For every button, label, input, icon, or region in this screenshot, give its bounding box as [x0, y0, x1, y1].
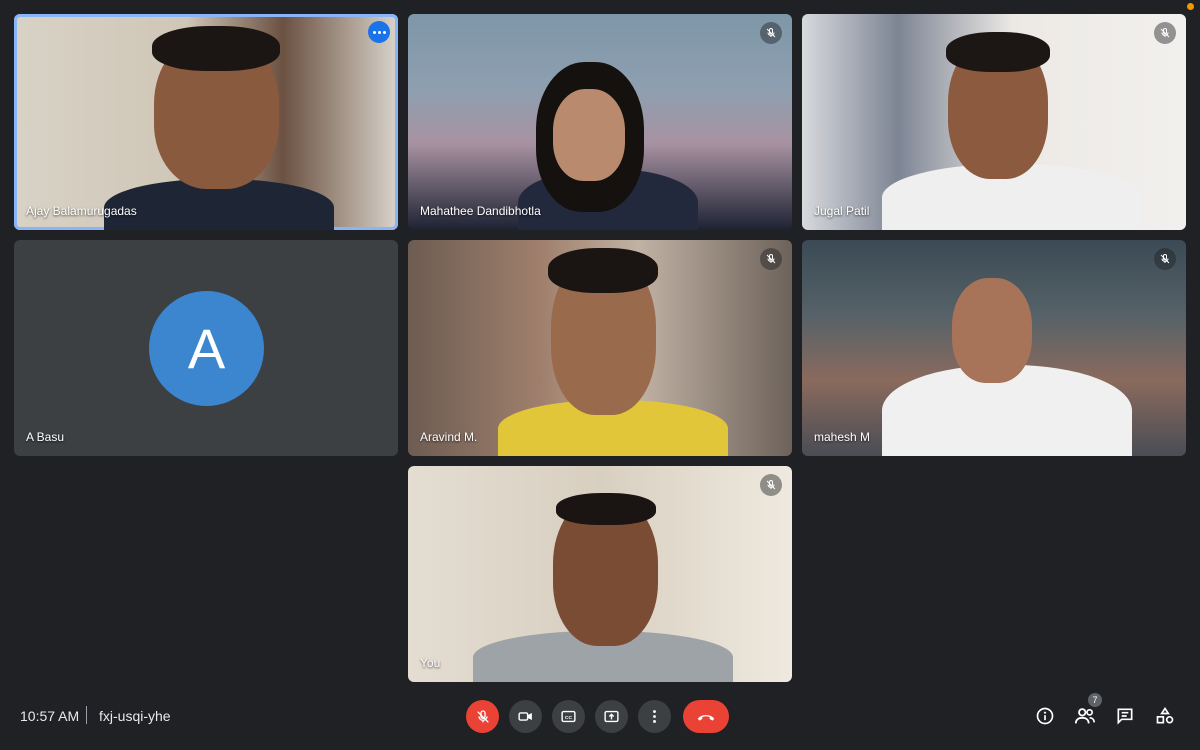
avatar: A [149, 291, 264, 406]
participant-name: Mahathee Dandibhotla [420, 204, 541, 218]
mic-off-icon [476, 709, 489, 723]
more-options-button[interactable] [638, 700, 671, 733]
more-options-icon[interactable] [368, 21, 390, 43]
participant-tile-mahesh[interactable]: mahesh M [802, 240, 1186, 456]
participant-name: You [420, 656, 441, 670]
divider [86, 706, 87, 724]
participant-name: mahesh M [814, 430, 871, 444]
mic-off-icon [760, 22, 782, 44]
meeting-time: 10:57 AM [20, 708, 80, 724]
end-call-icon [697, 714, 715, 721]
mic-toggle-button[interactable] [466, 700, 499, 733]
meeting-details-button[interactable] [1032, 703, 1058, 729]
closed-captions-icon: CC [561, 710, 576, 723]
captions-button[interactable]: CC [552, 700, 585, 733]
participant-name: Ajay Balamurugadas [26, 204, 137, 218]
more-vert-icon [653, 710, 656, 723]
mic-off-icon [1154, 22, 1176, 44]
participant-tile-jugal[interactable]: Jugal Patil [802, 14, 1186, 230]
svg-text:CC: CC [565, 715, 573, 721]
participant-tile-ajay[interactable]: Ajay Balamurugadas [14, 14, 398, 230]
participant-name: Jugal Patil [814, 204, 870, 218]
activities-button[interactable] [1152, 703, 1178, 729]
present-screen-icon [604, 710, 619, 723]
participant-tile-you[interactable]: You [408, 466, 792, 682]
leave-call-button[interactable] [683, 700, 729, 733]
participant-count-badge: 7 [1088, 693, 1102, 707]
meeting-code: fxj-usqi-yhe [99, 708, 171, 724]
mic-off-icon [760, 248, 782, 270]
chat-button[interactable] [1112, 703, 1138, 729]
chat-icon [1117, 708, 1133, 725]
participant-name: A Basu [26, 430, 65, 444]
mic-off-icon [1154, 248, 1176, 270]
present-now-button[interactable] [595, 700, 628, 733]
info-icon [1036, 707, 1054, 725]
people-icon [1074, 708, 1095, 724]
activities-icon [1156, 706, 1174, 724]
participant-tile-aravind[interactable]: Aravind M. [408, 240, 792, 456]
participant-tile-a-basu[interactable]: A A Basu [14, 240, 398, 456]
participant-name: Aravind M. [420, 430, 478, 444]
mic-off-icon [760, 474, 782, 496]
camera-icon [518, 712, 532, 721]
recording-indicator [1187, 3, 1194, 10]
camera-toggle-button[interactable] [509, 700, 542, 733]
participant-tile-mahathee[interactable]: Mahathee Dandibhotla [408, 14, 792, 230]
